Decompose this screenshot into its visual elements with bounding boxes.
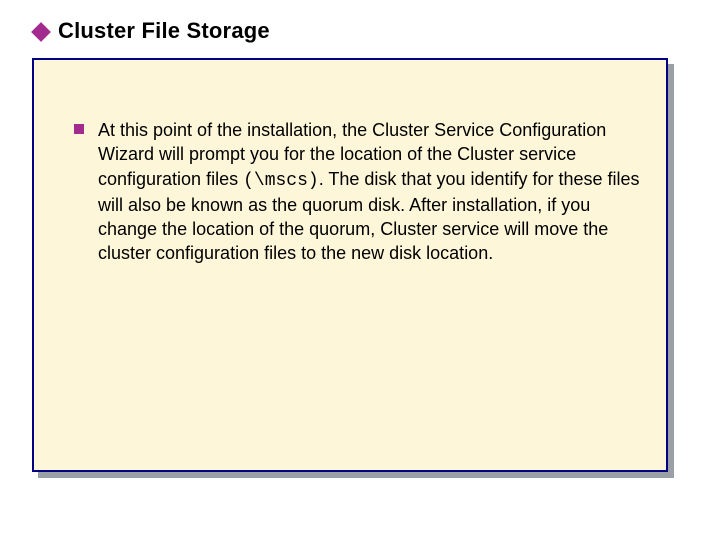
square-bullet-icon xyxy=(74,124,84,134)
slide-title: Cluster File Storage xyxy=(58,18,270,44)
slide-title-row: Cluster File Storage xyxy=(34,18,270,44)
diamond-icon xyxy=(31,22,51,42)
slide: Cluster File Storage At this point of th… xyxy=(0,0,720,540)
body-text-code: (\mscs) xyxy=(243,171,319,191)
bullet-row: At this point of the installation, the C… xyxy=(74,118,654,266)
body-text: At this point of the installation, the C… xyxy=(98,118,654,266)
